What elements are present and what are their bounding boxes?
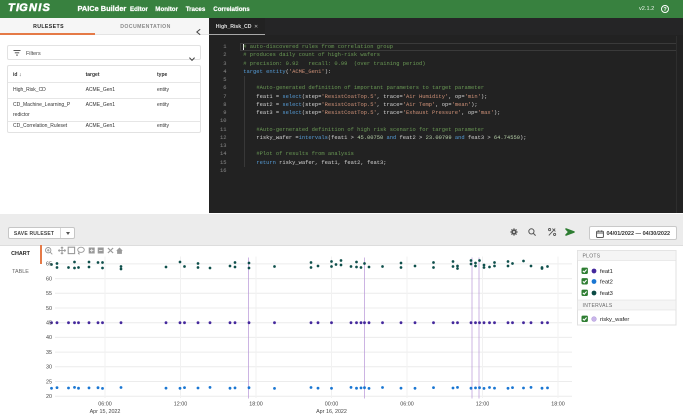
svg-text:06:00: 06:00 <box>400 402 414 408</box>
svg-text:PLOTS: PLOTS <box>583 254 601 260</box>
svg-text:12:00: 12:00 <box>174 402 188 408</box>
svg-text:25: 25 <box>46 379 52 385</box>
svg-text:feat1: feat1 <box>600 269 613 275</box>
svg-text:risky_wafer: risky_wafer <box>600 317 629 323</box>
svg-text:30: 30 <box>46 365 52 371</box>
svg-text:20: 20 <box>46 394 52 400</box>
svg-text:INTERVALS: INTERVALS <box>583 303 613 309</box>
svg-text:50: 50 <box>46 306 52 312</box>
svg-text:40: 40 <box>46 335 52 341</box>
svg-text:feat2: feat2 <box>600 280 613 286</box>
svg-text:65: 65 <box>46 262 52 268</box>
svg-text:35: 35 <box>46 350 52 356</box>
svg-text:18:00: 18:00 <box>551 402 565 408</box>
svg-text:12:00: 12:00 <box>476 402 490 408</box>
svg-text:60: 60 <box>46 276 52 282</box>
svg-text:Apr 15, 2022: Apr 15, 2022 <box>90 409 121 415</box>
svg-text:Apr 16, 2022: Apr 16, 2022 <box>316 409 347 415</box>
svg-text:06:00: 06:00 <box>98 402 112 408</box>
svg-text:45: 45 <box>46 321 52 327</box>
svg-text:00:00: 00:00 <box>325 402 339 408</box>
svg-text:55: 55 <box>46 291 52 297</box>
svg-text:feat3: feat3 <box>600 291 613 297</box>
svg-text:18:00: 18:00 <box>249 402 263 408</box>
